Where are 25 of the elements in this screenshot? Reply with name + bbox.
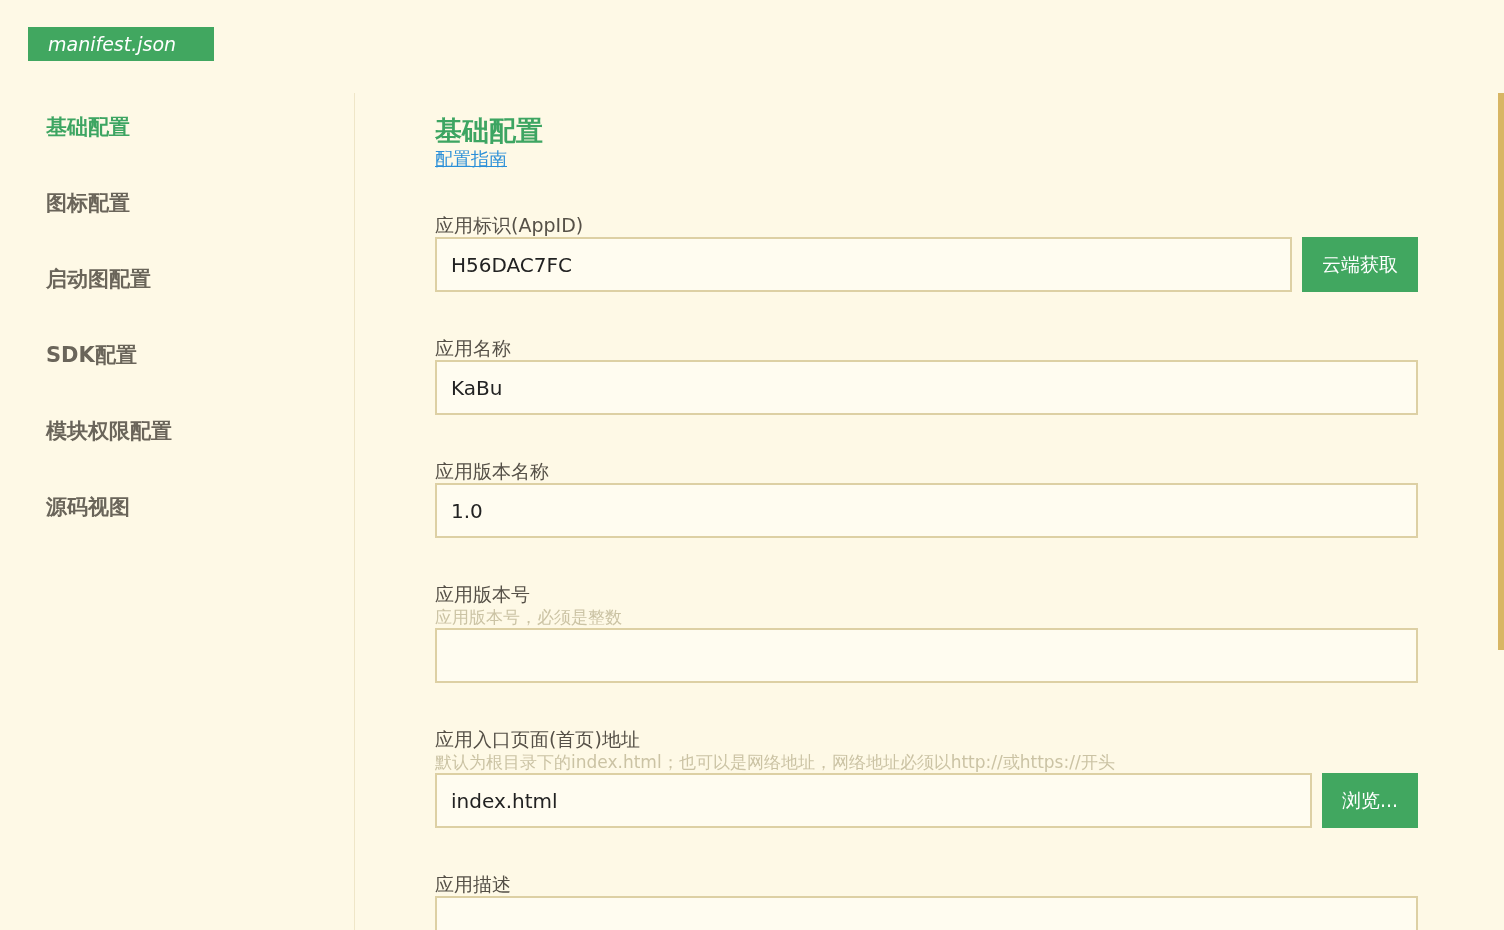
- field-hint: 应用版本号，必须是整数: [435, 606, 623, 628]
- field-label: 应用描述: [435, 872, 512, 896]
- field-label: 应用版本号: [435, 582, 531, 606]
- input-field[interactable]: 1.0: [435, 483, 1418, 538]
- sidebar-item[interactable]: 源码视图: [0, 493, 354, 521]
- action-button[interactable]: 云端获取: [1302, 237, 1418, 292]
- sidebar-item[interactable]: 启动图配置: [0, 265, 354, 293]
- input-field[interactable]: H56DAC7FC: [435, 237, 1292, 292]
- field-hint: 默认为根目录下的index.html；也可以是网络地址，网络地址必须以http://或https://开头: [435, 751, 1116, 773]
- section-title: 基础配置: [435, 115, 544, 147]
- field-label: 应用标识(AppID): [435, 213, 585, 237]
- scrollbar-thumb[interactable]: [1498, 93, 1504, 650]
- field-label: 应用名称: [435, 336, 512, 360]
- file-tab[interactable]: manifest.json: [28, 27, 214, 61]
- sidebar-item[interactable]: 基础配置: [0, 113, 354, 141]
- action-button[interactable]: 浏览...: [1321, 773, 1418, 828]
- field-label: 应用版本名称: [435, 459, 550, 483]
- field-label: 应用入口页面(首页)地址: [435, 727, 641, 751]
- input-field[interactable]: KaBu: [435, 360, 1418, 415]
- guide-link[interactable]: 配置指南: [435, 147, 507, 171]
- input-field[interactable]: [435, 628, 1418, 683]
- input-field[interactable]: index.html: [435, 773, 1312, 828]
- sidebar-item[interactable]: 图标配置: [0, 189, 354, 217]
- sidebar-item[interactable]: 模块权限配置: [0, 417, 354, 445]
- sidebar-item[interactable]: SDK配置: [0, 341, 354, 369]
